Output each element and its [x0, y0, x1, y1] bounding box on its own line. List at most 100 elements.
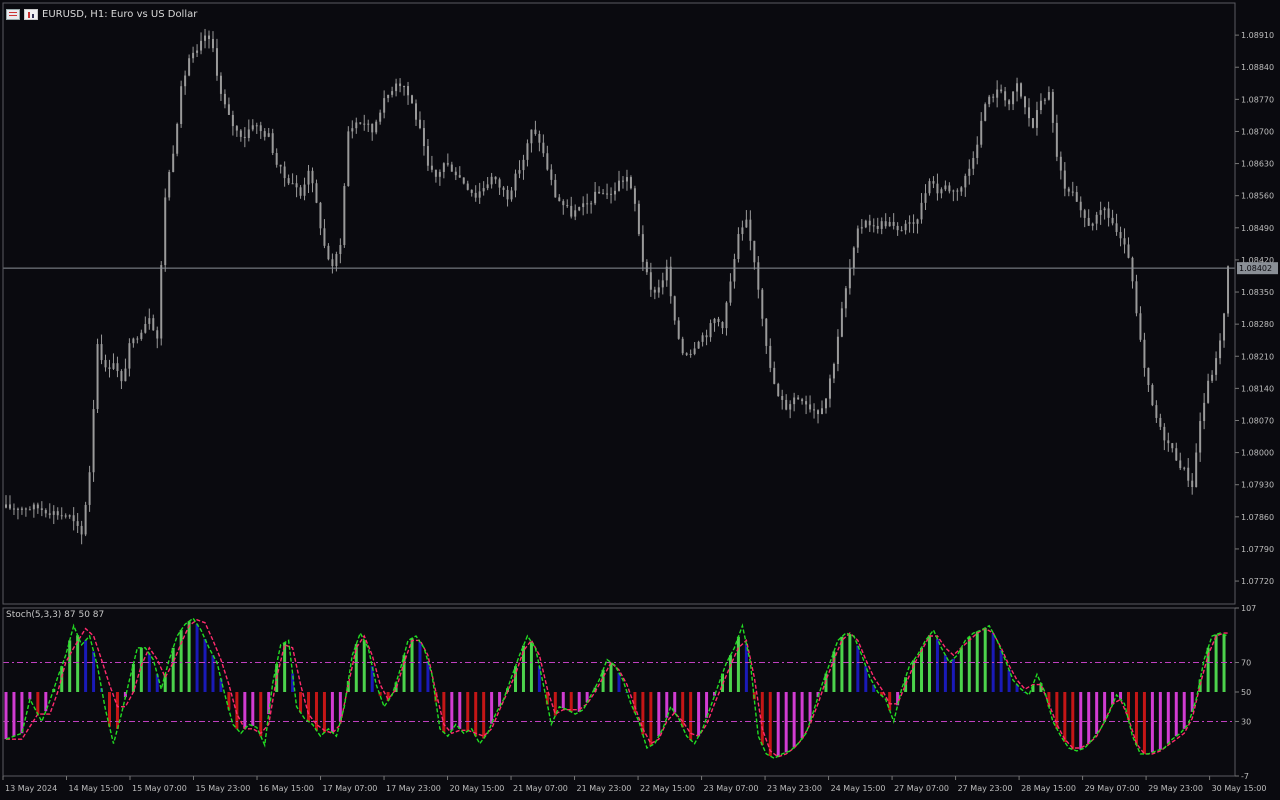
candle-body: [399, 83, 402, 87]
candle-body: [900, 230, 903, 232]
candle-body: [566, 205, 569, 207]
candle-body: [466, 183, 469, 190]
stoch-histogram-bar: [1214, 634, 1218, 692]
candle-body: [657, 287, 660, 293]
stoch-histogram-bar: [784, 692, 788, 753]
stoch-histogram-bar: [728, 655, 732, 692]
candle-body: [940, 189, 943, 194]
candle-body: [156, 330, 159, 339]
candle-body: [514, 173, 517, 191]
candle-body: [502, 187, 505, 190]
time-tick-label: 20 May 15:00: [450, 784, 505, 793]
candle-body: [606, 193, 609, 195]
candle-body: [1087, 217, 1090, 226]
candle-body: [8, 504, 11, 509]
stoch-histogram-bar: [68, 640, 72, 692]
candle-body: [1215, 358, 1218, 375]
candle-body: [108, 367, 111, 369]
time-tick-label: 22 May 15:00: [640, 784, 695, 793]
candle-body: [200, 40, 203, 51]
candle-body: [944, 185, 947, 190]
candle-body: [359, 122, 362, 124]
candle-body: [860, 227, 863, 229]
candle-body: [1004, 91, 1007, 101]
time-tick-label: 13 May 2024: [5, 784, 57, 793]
candle-body: [1203, 402, 1206, 422]
candle-body: [12, 508, 15, 510]
candle-body: [590, 203, 593, 205]
time-tick-label: 29 May 23:00: [1148, 784, 1203, 793]
stoch-histogram-bar: [450, 692, 454, 731]
candle-body: [96, 344, 99, 410]
candle-body: [968, 168, 971, 176]
candle-body: [446, 163, 449, 165]
chart-canvas[interactable]: 1.08910 1.08840 1.08770 1.08700 1.08630 1.085…: [0, 0, 1280, 800]
candle-body: [60, 515, 63, 517]
candle-body: [729, 281, 732, 303]
candle-body: [482, 188, 485, 192]
stoch-histogram-bar: [482, 692, 486, 739]
current-price-label: 1.08402: [1239, 264, 1272, 273]
candle-body: [1155, 405, 1158, 418]
stoch-histogram-bar: [307, 692, 311, 722]
stoch-histogram-bar: [736, 636, 740, 692]
stoch-histogram-bar: [959, 647, 963, 692]
price-pane[interactable]: [3, 28, 1235, 545]
stoch-histogram-bar: [920, 647, 924, 692]
stoch-tick-label: -7: [1241, 772, 1249, 781]
candle-body: [36, 504, 39, 509]
candle-body: [534, 129, 537, 134]
price-tick-label: 1.07930: [1241, 481, 1274, 490]
candle-body: [801, 399, 804, 402]
candle-body: [251, 125, 254, 130]
stoch-histogram-bar: [1174, 692, 1178, 737]
candle-body: [793, 397, 796, 405]
candle-body: [884, 221, 887, 227]
candle-body: [669, 266, 672, 297]
candle-body: [1227, 266, 1230, 314]
candle-body: [1051, 92, 1054, 123]
candle-body: [1171, 443, 1174, 449]
candle-body: [442, 163, 445, 172]
stoch-histogram-bar: [569, 692, 573, 712]
candle-body: [578, 207, 581, 211]
candle-body: [1079, 201, 1082, 211]
candle-body: [705, 335, 708, 338]
candle-body: [383, 98, 386, 113]
candle-body: [418, 119, 421, 129]
stoch-histogram-bar: [744, 644, 748, 692]
candle-body: [152, 318, 155, 331]
candle-body: [805, 401, 808, 405]
price-tick-label: 1.08210: [1241, 352, 1274, 361]
candle-body: [1135, 281, 1138, 314]
candle-body: [1159, 417, 1162, 427]
candle-body: [1024, 96, 1027, 108]
candle-body: [1119, 232, 1122, 239]
candle-body: [709, 323, 712, 338]
candle-body: [208, 35, 211, 39]
stoch-histogram-bar: [935, 638, 939, 692]
candle-body: [184, 75, 187, 87]
candle-body: [1020, 83, 1023, 97]
candle-body: [1043, 99, 1046, 101]
candle-body: [713, 318, 716, 324]
candle-body: [128, 343, 131, 369]
candle-body: [1211, 374, 1214, 381]
candle-body: [271, 133, 274, 154]
candle-body: [1175, 448, 1178, 461]
stoch-histogram-bar: [4, 692, 8, 740]
stochastic-pane[interactable]: [3, 617, 1235, 760]
candle-body: [594, 191, 597, 204]
candle-body: [478, 191, 481, 198]
candle-body: [454, 171, 457, 176]
candle-body: [586, 203, 589, 205]
candle-body: [757, 262, 760, 290]
stoch-histogram-bar: [299, 692, 303, 713]
candle-body: [1016, 83, 1019, 92]
candle-body: [908, 222, 911, 224]
candle-body: [438, 171, 441, 177]
candle-body: [283, 166, 286, 179]
candle-body: [44, 510, 47, 514]
stoch-histogram-bar: [1079, 692, 1083, 750]
price-tick-label: 1.07790: [1241, 545, 1274, 554]
